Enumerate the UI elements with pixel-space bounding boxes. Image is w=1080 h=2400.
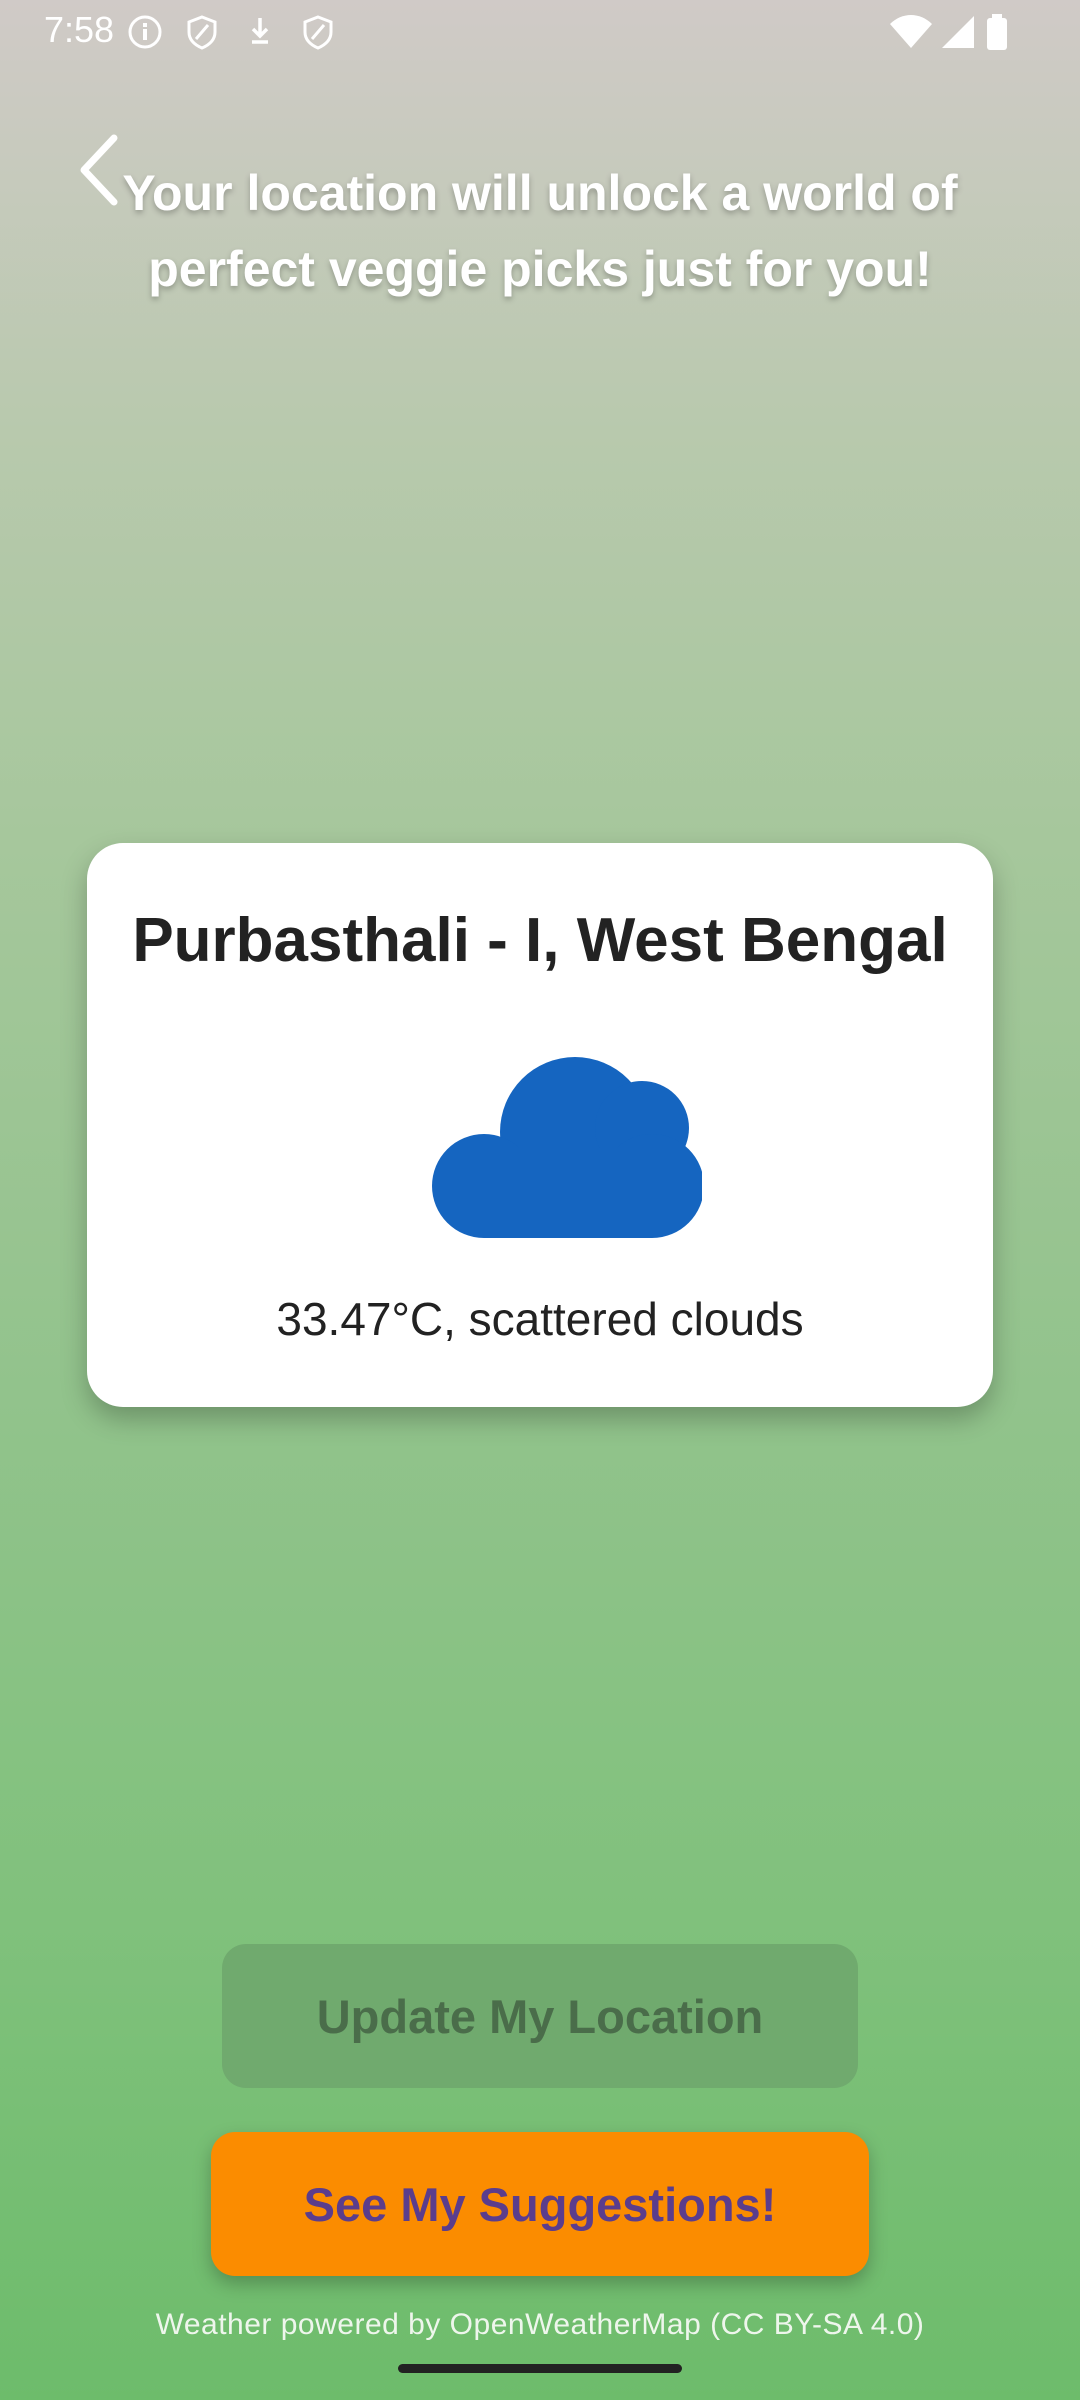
status-bar: 7:58 bbox=[0, 0, 1080, 62]
status-time: 7:58 bbox=[44, 9, 115, 50]
weather-description: 33.47°C, scattered clouds bbox=[276, 1293, 804, 1345]
see-suggestions-button[interactable]: See My Suggestions! bbox=[211, 2132, 869, 2276]
signal-icon bbox=[942, 16, 974, 48]
update-location-button[interactable]: Update My Location bbox=[222, 1944, 858, 2088]
weather-attribution: Weather powered by OpenWeatherMap (CC BY… bbox=[155, 2308, 925, 2341]
cloud-icon bbox=[432, 1057, 702, 1238]
info-icon bbox=[128, 15, 162, 49]
weather-card: Purbasthali - I, West Bengal 33.47°C, sc… bbox=[87, 843, 993, 1407]
location-name: Purbasthali - I, West Bengal bbox=[132, 906, 948, 975]
page-headline: Your location will unlock a world of per… bbox=[122, 165, 958, 297]
home-indicator bbox=[398, 2364, 682, 2373]
wifi-icon bbox=[890, 15, 932, 48]
shield-icon bbox=[187, 15, 217, 50]
download-icon bbox=[251, 18, 269, 44]
shield-icon bbox=[303, 15, 333, 50]
battery-icon bbox=[987, 14, 1007, 50]
